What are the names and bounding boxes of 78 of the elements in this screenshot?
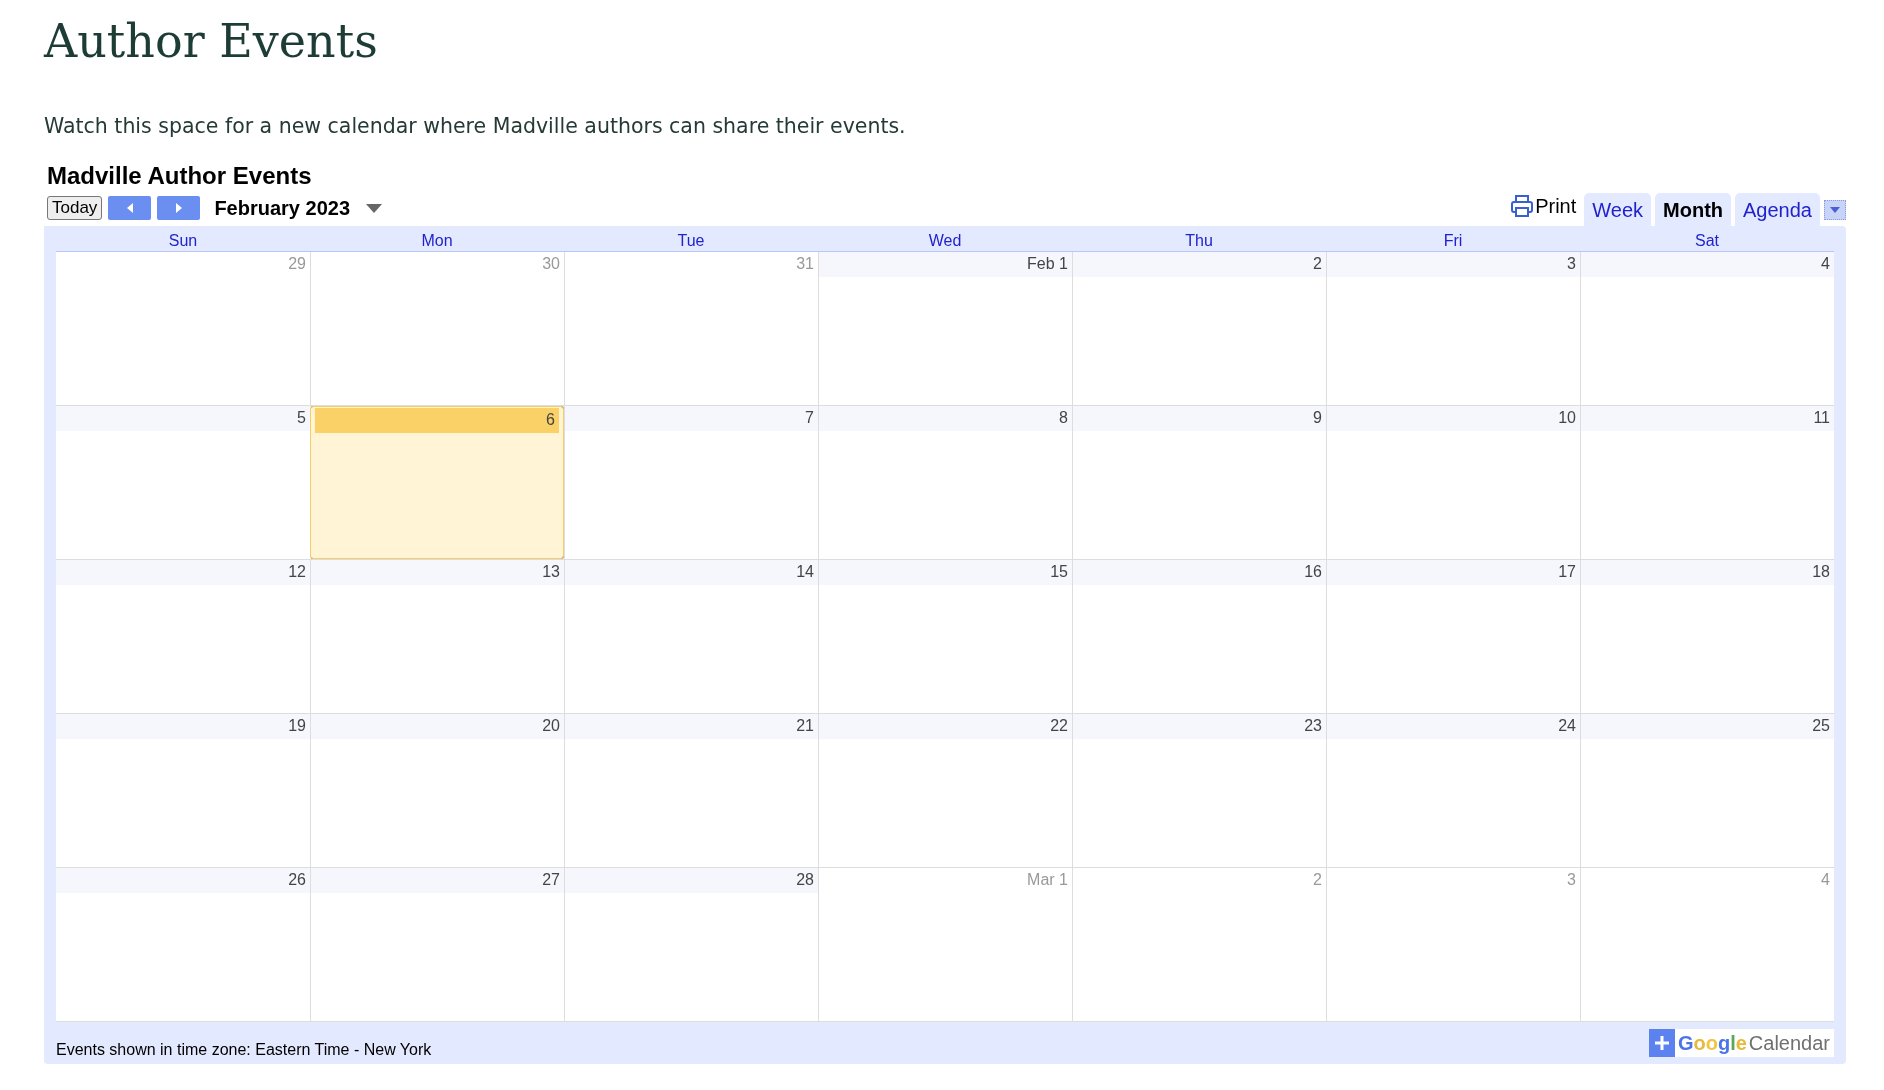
printer-icon xyxy=(1511,194,1534,218)
view-tab[interactable]: Month xyxy=(1655,193,1732,226)
day-number: 2 xyxy=(1073,252,1326,277)
day-cell[interactable]: 20 xyxy=(310,714,564,867)
day-number: 7 xyxy=(565,406,818,431)
day-number: 10 xyxy=(1327,406,1580,431)
day-number: 17 xyxy=(1327,560,1580,585)
day-cell[interactable]: 18 xyxy=(1580,560,1834,713)
add-calendar-link[interactable]: GoogleCalendar xyxy=(1648,1029,1834,1057)
day-number: 19 xyxy=(56,714,310,739)
weekday-header: Tue xyxy=(677,232,705,251)
day-cell[interactable]: 23 xyxy=(1072,714,1326,867)
print-button[interactable]: Print xyxy=(1507,194,1581,226)
next-button[interactable] xyxy=(157,196,201,220)
day-number: Feb 1 xyxy=(819,252,1072,277)
timezone-text: Events shown in time zone: Eastern Time - New York xyxy=(56,1041,432,1059)
day-cell[interactable]: 6 xyxy=(310,406,564,559)
day-number: 8 xyxy=(819,406,1072,431)
day-number: 28 xyxy=(565,868,818,893)
day-number: 12 xyxy=(56,560,310,585)
period-label: February 2023 xyxy=(214,196,350,220)
day-cell[interactable]: 10 xyxy=(1326,406,1580,559)
day-number: 13 xyxy=(311,560,564,585)
day-number: 20 xyxy=(311,714,564,739)
view-menu-button[interactable] xyxy=(1824,200,1846,220)
right-triangle-icon xyxy=(173,202,184,214)
previous-button[interactable] xyxy=(108,196,152,220)
today-button[interactable]: Today xyxy=(47,196,103,220)
day-cell[interactable]: 11 xyxy=(1580,406,1834,559)
calendar-title: Madville Author Events xyxy=(47,162,313,190)
day-cell[interactable]: 2 xyxy=(1072,252,1326,405)
day-number: 18 xyxy=(1581,560,1834,585)
weekday-header: Sat xyxy=(1695,232,1719,251)
day-cell[interactable]: 27 xyxy=(310,868,564,1021)
day-cell[interactable]: 24 xyxy=(1326,714,1580,867)
day-number: 3 xyxy=(1327,252,1580,277)
day-number: 9 xyxy=(1073,406,1326,431)
day-cell[interactable]: 17 xyxy=(1326,560,1580,713)
caret-icon[interactable] xyxy=(366,203,382,213)
day-number: 26 xyxy=(56,868,310,893)
intro-text: Watch this space for a new calendar where Madville authors can share their events. xyxy=(44,114,907,138)
day-cell[interactable]: 15 xyxy=(818,560,1072,713)
day-cell[interactable]: 21 xyxy=(564,714,818,867)
plus-icon xyxy=(1653,1035,1670,1051)
day-cell[interactable]: 4 xyxy=(1580,252,1834,405)
weekday-header: Wed xyxy=(928,232,962,251)
day-cell[interactable]: 7 xyxy=(564,406,818,559)
view-tab[interactable]: Agenda xyxy=(1735,193,1820,226)
weekday-header: Sun xyxy=(168,232,198,251)
day-number: 4 xyxy=(1581,252,1834,277)
day-cell[interactable]: 22 xyxy=(818,714,1072,867)
day-number: 27 xyxy=(311,868,564,893)
day-cell[interactable]: 16 xyxy=(1072,560,1326,713)
day-number: 25 xyxy=(1581,714,1834,739)
day-number: 22 xyxy=(819,714,1072,739)
day-number: 5 xyxy=(56,406,310,431)
weekday-header: Mon xyxy=(421,232,453,251)
caret-icon xyxy=(1830,207,1840,213)
day-number: 24 xyxy=(1327,714,1580,739)
day-cell[interactable]: 13 xyxy=(310,560,564,713)
day-number: 15 xyxy=(819,560,1072,585)
day-cell[interactable]: Feb 1 xyxy=(818,252,1072,405)
day-cell[interactable]: 28 xyxy=(564,868,818,1021)
day-cell[interactable]: 8 xyxy=(818,406,1072,559)
view-tab[interactable]: Week xyxy=(1584,193,1652,226)
day-cell[interactable]: 3 xyxy=(1326,252,1580,405)
day-number: 23 xyxy=(1073,714,1326,739)
day-number: 14 xyxy=(565,560,818,585)
page-title: Author Events xyxy=(44,14,379,68)
day-number: 11 xyxy=(1581,406,1834,431)
day-number: 6 xyxy=(315,408,559,433)
day-number: 16 xyxy=(1073,560,1326,585)
day-cell[interactable]: 14 xyxy=(564,560,818,713)
weekday-header: Fri xyxy=(1443,232,1463,251)
day-cell[interactable]: 25 xyxy=(1580,714,1834,867)
day-cell[interactable]: 9 xyxy=(1072,406,1326,559)
weekday-header: Thu xyxy=(1185,232,1213,251)
day-number: 21 xyxy=(565,714,818,739)
